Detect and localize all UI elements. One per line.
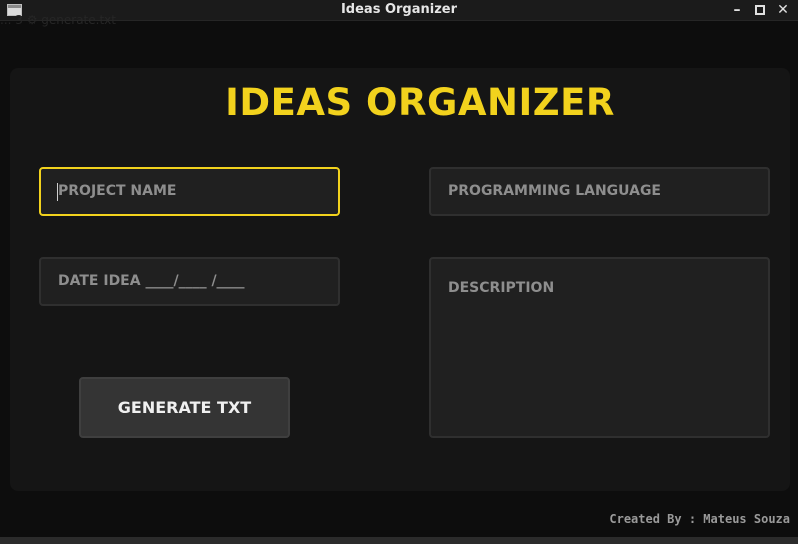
description-textarea[interactable]: DESCRIPTION [429,257,770,438]
credits-text: Created By : Mateus Souza [609,512,790,526]
description-placeholder: DESCRIPTION [448,280,555,296]
minimize-icon[interactable]: – [728,1,746,19]
generate-txt-button[interactable]: GENERATE TXT [79,377,290,438]
window-title: Ideas Organizer [340,2,458,17]
date-idea-placeholder: DATE IDEA ____/____ /____ [58,273,245,289]
bottom-edge [0,537,798,544]
text-caret [57,183,58,201]
close-icon[interactable]: ✕ [774,1,792,19]
programming-language-input[interactable]: PROGRAMMING LANGUAGE [429,167,770,216]
programming-language-placeholder: PROGRAMMING LANGUAGE [448,183,661,199]
date-idea-input[interactable]: DATE IDEA ____/____ /____ [39,257,340,306]
title-bar: ... 3 ⚙ generate.txt Ideas Organizer – ✕ [0,0,798,27]
maximize-icon[interactable] [755,5,765,15]
project-name-placeholder: PROJECT NAME [58,183,177,199]
project-name-input[interactable]: PROJECT NAME [39,167,340,216]
page-title: IDEAS ORGANIZER [225,81,615,124]
